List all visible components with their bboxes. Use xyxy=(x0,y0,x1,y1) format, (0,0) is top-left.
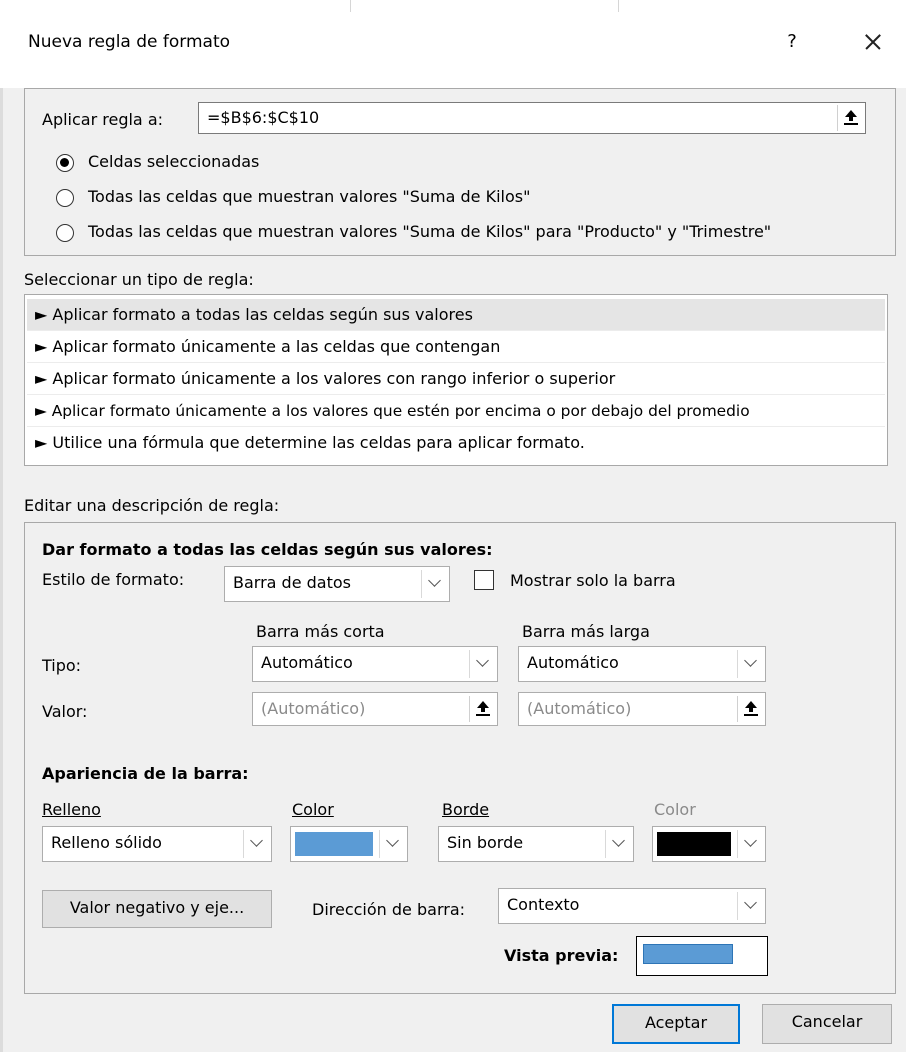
bar-direction-select[interactable]: Contexto xyxy=(498,888,766,924)
type-label: Tipo: xyxy=(42,656,82,675)
rule-type-item[interactable]: ► Aplicar formato únicamente a los valor… xyxy=(27,363,885,395)
apply-rule-value: =$B$6:$C$10 xyxy=(207,108,320,127)
shortest-type-select[interactable]: Automático xyxy=(252,646,498,682)
rule-type-item[interactable]: ► Utilice una fórmula que determine las … xyxy=(27,427,885,459)
cancel-button[interactable]: Cancelar xyxy=(762,1004,892,1044)
border-value: Sin borde xyxy=(447,833,524,852)
preview-data-bar xyxy=(643,944,733,964)
bar-appearance-heading: Apariencia de la barra: xyxy=(42,764,249,783)
bar-direction-value: Contexto xyxy=(507,895,580,914)
sheet-gridline xyxy=(350,0,351,12)
longest-value-input[interactable]: (Automático) xyxy=(518,692,766,726)
longest-type-select[interactable]: Automático xyxy=(518,646,766,682)
border-color-label: Color xyxy=(654,800,696,819)
fill-color-picker[interactable] xyxy=(290,826,408,862)
shortest-bar-label: Barra más corta xyxy=(256,622,385,641)
border-select[interactable]: Sin borde xyxy=(438,826,634,862)
bar-direction-label: Dirección de barra: xyxy=(312,900,466,919)
rule-type-list: ► Aplicar formato a todas las celdas seg… xyxy=(24,294,888,466)
rule-description-label: Editar una descripción de regla: xyxy=(24,496,280,515)
shortest-value-input[interactable]: (Automático) xyxy=(252,692,498,726)
radio-all-sum-cells[interactable] xyxy=(56,189,74,207)
chevron-down-icon xyxy=(243,830,269,858)
shortest-type-value: Automático xyxy=(261,653,353,672)
shortest-value-placeholder: (Automático) xyxy=(261,699,366,718)
chevron-down-icon xyxy=(379,830,405,858)
rule-type-item[interactable]: ► Aplicar formato únicamente a los valor… xyxy=(27,395,885,427)
chevron-down-icon xyxy=(469,650,495,678)
border-color-swatch xyxy=(657,832,731,856)
collapse-dialog-button[interactable] xyxy=(469,696,495,722)
negative-value-axis-button[interactable]: Valor negativo y eje... xyxy=(42,890,272,928)
collapse-dialog-button[interactable] xyxy=(837,105,863,131)
show-bar-only-label[interactable]: Mostrar solo la barra xyxy=(510,571,676,591)
longest-value-placeholder: (Automático) xyxy=(527,699,632,718)
rule-type-item-label: ► Aplicar formato únicamente a las celda… xyxy=(35,337,501,356)
chevron-down-icon xyxy=(421,570,447,598)
dialog-title: Nueva regla de formato xyxy=(28,32,231,52)
collapse-icon xyxy=(743,701,758,717)
rule-type-item-label: ► Aplicar formato únicamente a los valor… xyxy=(35,369,616,388)
radio-selected-cells[interactable] xyxy=(56,154,74,172)
chevron-down-icon xyxy=(605,830,631,858)
help-button[interactable]: ? xyxy=(780,28,804,56)
radio-sum-product-quarter[interactable] xyxy=(56,224,74,242)
preview-label: Vista previa: xyxy=(504,946,619,965)
collapse-icon xyxy=(475,701,490,717)
chevron-down-icon xyxy=(737,892,763,920)
sheet-edge xyxy=(0,88,3,1052)
fill-color-swatch xyxy=(295,832,373,856)
fill-color-label: Color xyxy=(292,800,334,819)
longest-type-value: Automático xyxy=(527,653,619,672)
close-button[interactable] xyxy=(856,26,888,58)
radio-all-sum-cells-label[interactable]: Todas las celdas que muestran valores "S… xyxy=(88,187,530,207)
border-label: Borde xyxy=(442,800,490,819)
rule-type-item-label: ► Utilice una fórmula que determine las … xyxy=(35,433,585,452)
longest-bar-label: Barra más larga xyxy=(522,622,650,641)
chevron-down-icon xyxy=(737,830,763,858)
radio-selected-cells-label[interactable]: Celdas seleccionadas xyxy=(88,152,259,172)
sheet-gridline xyxy=(618,0,619,12)
rule-type-label: Seleccionar un tipo de regla: xyxy=(24,270,254,289)
apply-rule-input[interactable]: =$B$6:$C$10 xyxy=(198,102,866,134)
apply-rule-label: Aplicar regla a: xyxy=(42,110,164,129)
radio-sum-product-quarter-label[interactable]: Todas las celdas que muestran valores "S… xyxy=(88,222,771,242)
rule-type-item-label: ► Aplicar formato únicamente a los valor… xyxy=(35,402,750,420)
preview-box xyxy=(636,936,768,976)
border-color-picker[interactable] xyxy=(652,826,766,862)
collapse-icon xyxy=(843,110,858,126)
fill-value: Relleno sólido xyxy=(51,833,162,852)
collapse-dialog-button[interactable] xyxy=(737,696,763,722)
show-bar-only-checkbox[interactable] xyxy=(474,570,494,590)
format-style-value: Barra de datos xyxy=(233,573,351,592)
format-style-select[interactable]: Barra de datos xyxy=(224,566,450,602)
fill-select[interactable]: Relleno sólido xyxy=(42,826,272,862)
chevron-down-icon xyxy=(737,650,763,678)
value-label: Valor: xyxy=(42,702,88,721)
ok-button[interactable]: Aceptar xyxy=(612,1004,740,1044)
fill-label: Relleno xyxy=(42,800,101,819)
rule-type-item[interactable]: ► Aplicar formato únicamente a las celda… xyxy=(27,331,885,363)
rule-type-item[interactable]: ► Aplicar formato a todas las celdas seg… xyxy=(27,299,885,331)
format-style-label: Estilo de formato: xyxy=(42,570,185,589)
rule-type-item-label: ► Aplicar formato a todas las celdas seg… xyxy=(35,305,473,324)
rule-description-heading: Dar formato a todas las celdas según sus… xyxy=(42,540,493,559)
